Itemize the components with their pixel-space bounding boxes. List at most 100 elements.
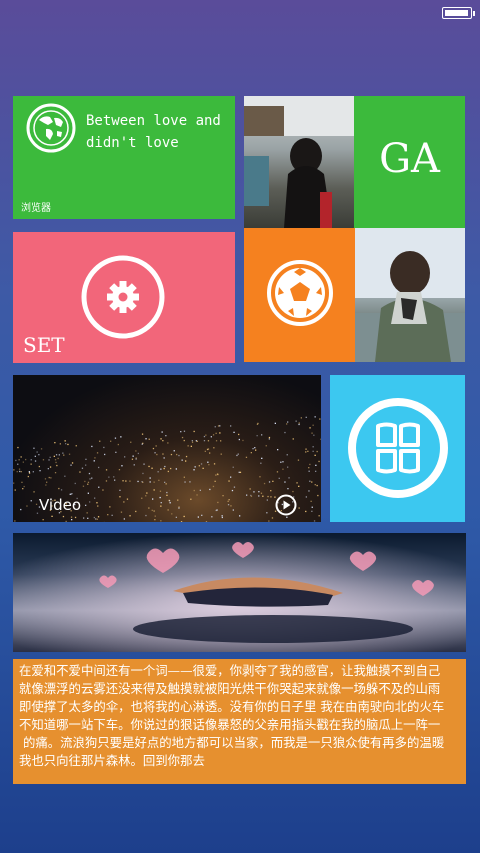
city-light [260,492,263,494]
city-light [280,461,282,463]
city-light [163,467,165,470]
banner-illustration [13,533,466,652]
hearts-banner-image[interactable] [13,533,466,652]
city-light [213,447,215,449]
city-light [287,488,289,490]
city-light [70,493,72,495]
city-light [256,435,258,437]
city-light [260,462,262,464]
city-light [36,451,38,453]
city-light [132,455,134,457]
battery-icon [442,7,475,19]
ga-tile[interactable]: GA [354,96,465,228]
city-light [13,469,15,471]
city-light [266,512,268,514]
city-light [242,439,244,442]
city-light [49,466,52,468]
city-light [162,453,164,455]
city-light [46,481,48,483]
city-light [120,511,123,513]
city-light [149,481,151,483]
city-light [27,475,29,478]
city-light [261,457,263,459]
city-light [14,520,16,522]
city-light [87,483,89,485]
city-light [320,438,321,440]
city-light [191,441,194,443]
city-light [166,491,168,494]
play-icon[interactable] [275,494,297,516]
city-light [19,470,21,473]
city-light [20,508,22,511]
city-light [258,491,260,493]
city-light [185,460,187,462]
city-light [68,453,71,455]
city-light [238,433,240,436]
city-light [300,417,302,419]
city-light [215,432,217,434]
soccer-ball-icon [267,260,333,326]
city-light [183,439,185,442]
city-light [220,440,222,442]
photo-tile-girl-lake[interactable] [355,228,465,362]
city-light [267,495,269,498]
city-light [152,498,154,500]
city-light [205,434,207,436]
video-tile[interactable]: Video [13,375,321,522]
city-light [38,454,40,456]
city-light [93,516,95,519]
city-light [169,502,171,504]
windows-tile[interactable] [330,375,465,522]
city-light [114,437,117,439]
poem-text-tile[interactable]: 在爱和不爱中间还有一个词——很爱，你剥夺了我的感官，让我触摸不到自己 就像漂浮的云… [13,659,466,784]
city-light [233,486,236,488]
poem-line: 即使撑了太多的伞，也将我的心淋透。没有你的日子里 我在由南驶向北的火车 [19,699,445,714]
sports-tile[interactable] [244,228,355,362]
city-light [39,470,41,472]
browser-tile[interactable]: Between love and didn't love 浏览器 [13,96,235,219]
city-light [93,460,95,462]
city-light [25,458,27,461]
city-light [62,452,64,454]
city-light [104,453,106,456]
city-light [210,436,212,438]
city-light [86,512,88,514]
video-label: Video [39,496,82,514]
city-light [309,463,311,466]
city-light [227,500,229,502]
city-light [315,464,317,466]
city-light [23,485,25,488]
city-light [213,463,216,465]
city-light [203,435,206,438]
city-light [94,457,96,459]
city-light [153,481,155,483]
city-light [246,494,248,496]
globe-icon [26,103,76,153]
city-light [286,516,288,518]
city-light [250,494,252,497]
city-light [30,463,32,465]
city-light [311,510,313,512]
city-light [110,440,112,442]
browser-slogan: Between love and didn't love [86,113,221,151]
city-light [245,456,248,458]
city-light [228,499,230,501]
city-light [21,481,23,483]
city-light [18,468,21,470]
city-light [28,471,30,473]
city-light [148,507,150,509]
city-light [20,456,22,458]
city-light [15,459,17,462]
poem-line: 不知道哪一站下车。你说过的狠话像暴怒的父亲用指头戳在我的脑瓜上一阵一 [19,717,441,732]
city-light [278,477,280,479]
city-light [170,453,173,456]
city-light [265,445,267,447]
city-light [193,489,195,492]
settings-tile[interactable]: SET [13,232,235,363]
city-light [263,482,266,485]
city-light [257,422,259,425]
city-light [238,438,240,441]
city-light [91,477,93,479]
photo-tile-girl-street[interactable] [244,96,354,228]
city-light [151,509,153,511]
